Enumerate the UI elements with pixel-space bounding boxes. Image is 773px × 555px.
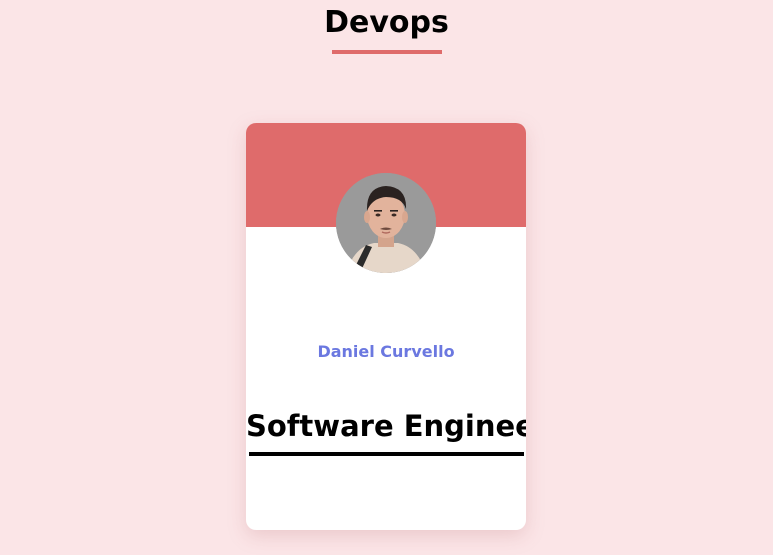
profile-card: Daniel Curvello Software Engineer bbox=[246, 123, 526, 530]
person-photo-icon bbox=[336, 173, 436, 273]
profile-role-block: Software Engineer bbox=[246, 406, 526, 456]
page-header: Devops bbox=[0, 0, 773, 54]
page-title: Devops bbox=[324, 5, 449, 40]
role-underline bbox=[248, 452, 524, 456]
profile-role: Software Engineer bbox=[246, 409, 526, 443]
avatar bbox=[336, 173, 436, 273]
profile-name: Daniel Curvello bbox=[317, 342, 455, 361]
title-underline bbox=[331, 50, 442, 54]
